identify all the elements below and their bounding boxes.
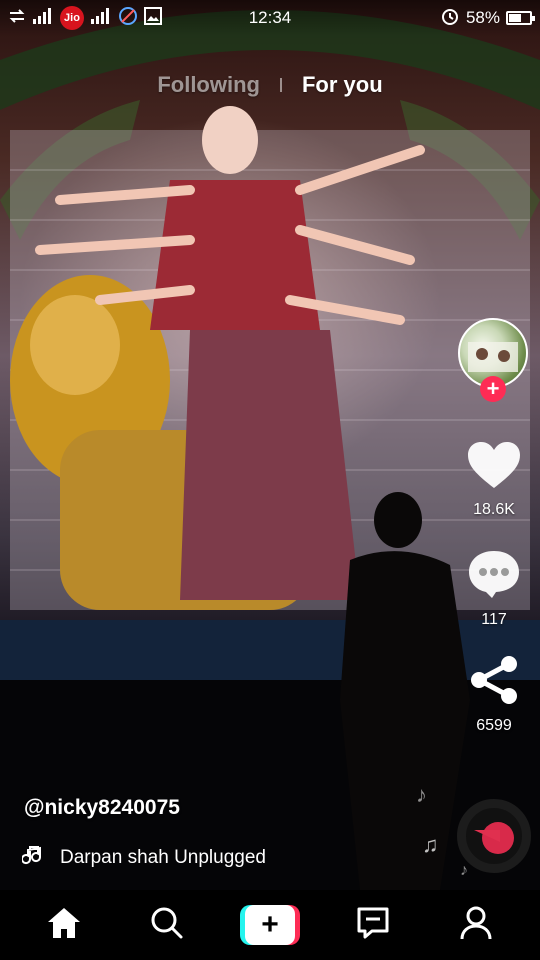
signal-icon bbox=[32, 7, 54, 29]
sound-disc-art bbox=[474, 822, 514, 854]
heart-icon bbox=[466, 440, 522, 495]
nav-create[interactable]: + bbox=[239, 895, 300, 955]
follow-button[interactable]: + bbox=[480, 376, 506, 402]
like-count: 18.6K bbox=[473, 501, 515, 518]
tab-following[interactable]: Following bbox=[157, 72, 260, 98]
home-icon bbox=[46, 906, 82, 945]
tab-divider bbox=[279, 78, 282, 92]
inbox-icon bbox=[356, 906, 390, 945]
share-count: 6599 bbox=[476, 717, 512, 734]
tiktok-feed-screen: Jio 12:34 58% Following For you + 18.6K … bbox=[0, 0, 540, 960]
nav-profile[interactable] bbox=[446, 895, 506, 955]
search-icon bbox=[150, 906, 184, 945]
signal-icon bbox=[90, 7, 112, 29]
comment-button[interactable]: 117 bbox=[460, 548, 528, 629]
nav-inbox[interactable] bbox=[343, 895, 403, 955]
share-button[interactable]: 6599 bbox=[460, 654, 528, 735]
sound-info[interactable]: Darpan shah Unplugged bbox=[22, 844, 302, 872]
video-player[interactable] bbox=[0, 0, 540, 890]
sound-disc-button[interactable] bbox=[457, 799, 531, 873]
create-button[interactable]: + bbox=[239, 905, 300, 945]
share-icon bbox=[467, 654, 521, 711]
floating-note-icon: ♫ bbox=[422, 832, 439, 857]
feed-tabs: Following For you bbox=[0, 72, 540, 98]
data-transfer-icon bbox=[8, 7, 26, 30]
floating-note-icon: ♪ bbox=[416, 782, 427, 807]
battery-icon bbox=[506, 11, 535, 25]
jio-icon: Jio bbox=[60, 6, 84, 30]
status-bar: Jio 12:34 58% bbox=[0, 0, 540, 36]
comment-count: 117 bbox=[481, 611, 507, 628]
profile-icon bbox=[460, 906, 492, 945]
music-note-icon bbox=[22, 844, 44, 872]
tab-for-you[interactable]: For you bbox=[302, 72, 383, 98]
plus-icon: + bbox=[244, 905, 295, 945]
nav-discover[interactable] bbox=[137, 895, 197, 955]
wifi-calling-icon bbox=[118, 6, 138, 31]
creator-username[interactable]: @nicky8240075 bbox=[24, 796, 180, 820]
like-button[interactable]: 18.6K bbox=[460, 440, 528, 519]
comment-icon bbox=[466, 548, 522, 605]
gallery-icon bbox=[144, 6, 162, 30]
sound-title: Darpan shah Unplugged bbox=[60, 847, 266, 868]
nav-home[interactable] bbox=[34, 895, 94, 955]
floating-note-icon: ♪ bbox=[460, 862, 468, 879]
battery-percent: 58% bbox=[465, 8, 500, 27]
alarm-icon bbox=[440, 6, 460, 31]
bottom-nav: + bbox=[0, 890, 540, 960]
video-frame-art bbox=[0, 10, 540, 890]
